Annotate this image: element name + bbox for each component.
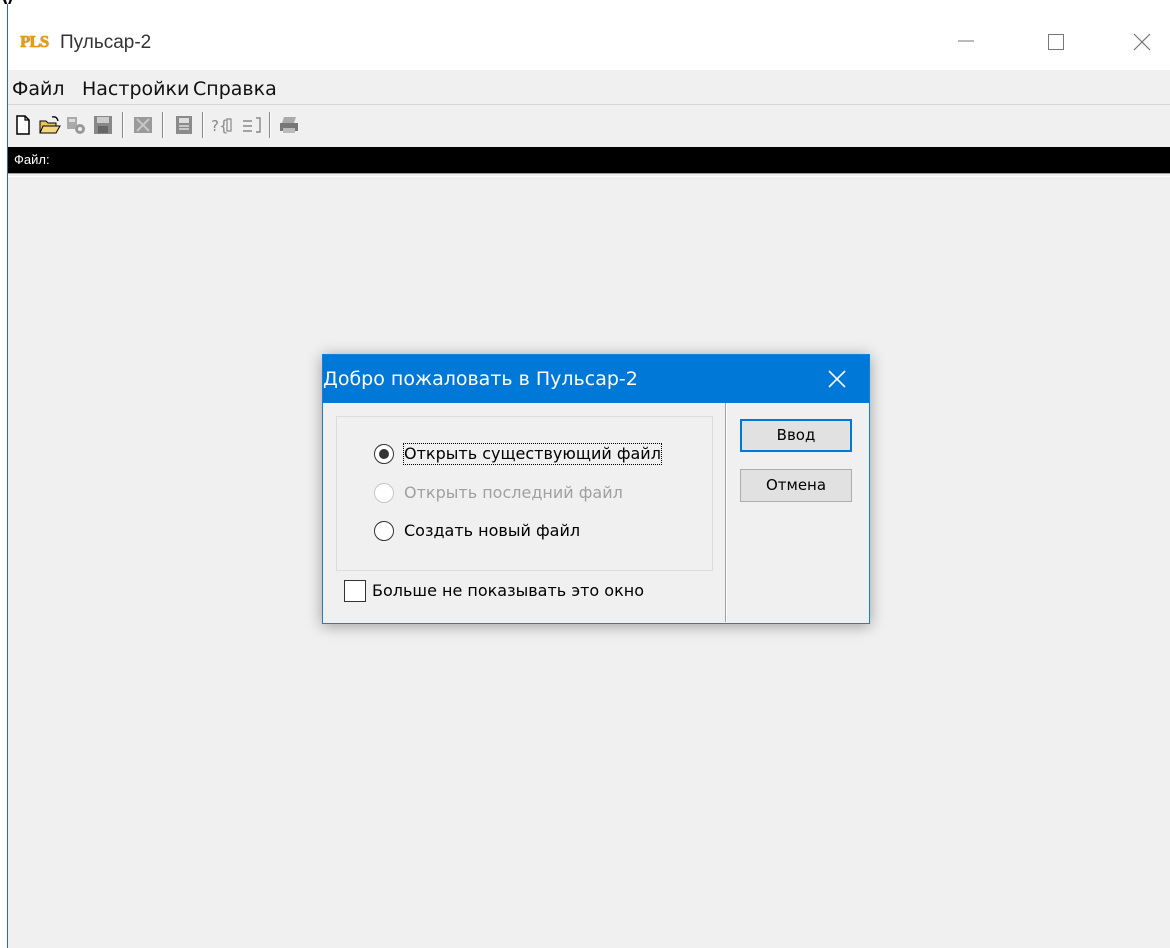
toolbar-separator xyxy=(122,112,124,138)
print-icon[interactable] xyxy=(277,113,301,137)
ok-button[interactable]: Ввод xyxy=(740,419,852,452)
close-button[interactable] xyxy=(1119,26,1165,56)
new-file-icon[interactable] xyxy=(11,113,35,137)
dont-show-again-checkbox[interactable] xyxy=(344,580,366,602)
window-title: Пульсар-2 xyxy=(60,32,152,53)
menu-settings[interactable]: Настройки xyxy=(82,78,189,100)
close-icon xyxy=(828,370,846,388)
save-icon[interactable] xyxy=(91,113,115,137)
dont-show-again-row[interactable]: Больше не показывать это окно xyxy=(344,579,704,603)
radio-label: Открыть существующий файл xyxy=(403,443,662,465)
toolbar-separator xyxy=(162,112,164,138)
toolbar: ?{ xyxy=(8,104,1170,145)
close-icon xyxy=(1133,33,1151,51)
maximize-icon xyxy=(1048,34,1064,50)
radio-button[interactable] xyxy=(374,483,394,503)
book-icon[interactable] xyxy=(172,113,196,137)
checkbox-label: Больше не показывать это окно xyxy=(372,581,644,600)
dialog-separator xyxy=(725,403,727,622)
radio-button[interactable] xyxy=(374,444,394,464)
minimize-icon xyxy=(958,40,974,42)
option-group: Открыть существующий файл Открыть послед… xyxy=(336,416,713,571)
dialog-title-bar[interactable]: Добро пожаловать в Пульсар-2 xyxy=(323,355,869,403)
file-bar: Файл: xyxy=(8,147,1170,173)
maximize-button[interactable] xyxy=(1033,26,1079,56)
help-icon[interactable]: ?{ xyxy=(210,113,234,137)
menu-file[interactable]: Файл xyxy=(12,78,65,100)
image-icon[interactable] xyxy=(131,113,155,137)
welcome-dialog: Добро пожаловать в Пульсар-2 Открыть сущ… xyxy=(322,354,870,624)
toolbar-separator xyxy=(202,112,204,138)
menu-bar: Файл Настройки Справка xyxy=(8,70,1170,104)
align-icon[interactable] xyxy=(240,113,264,137)
title-bar[interactable]: PLS Пульсар-2 xyxy=(8,4,1170,70)
toolbar-separator xyxy=(269,112,271,138)
file-label: Файл: xyxy=(14,152,50,167)
menu-help[interactable]: Справка xyxy=(193,78,277,100)
open-folder-icon[interactable] xyxy=(38,113,62,137)
minimize-button[interactable] xyxy=(943,26,989,56)
dialog-close-button[interactable] xyxy=(821,365,853,393)
divider xyxy=(8,173,1170,177)
settings-icon[interactable] xyxy=(64,113,88,137)
svg-text:?{: ?{ xyxy=(211,117,229,135)
radio-label: Открыть последний файл xyxy=(404,483,623,502)
cancel-button[interactable]: Отмена xyxy=(740,469,852,502)
dialog-title: Добро пожаловать в Пульсар-2 xyxy=(323,368,638,390)
app-logo: PLS xyxy=(20,32,49,51)
radio-button[interactable] xyxy=(374,521,394,541)
radio-label: Создать новый файл xyxy=(404,521,581,540)
